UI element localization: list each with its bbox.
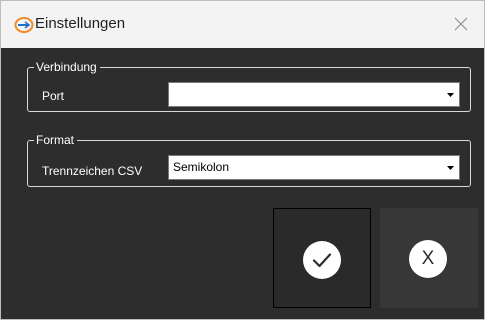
- chevron-down-icon: [447, 166, 454, 170]
- checkmark-icon: [312, 253, 332, 268]
- close-button[interactable]: [438, 1, 484, 47]
- separator-label: Trennzeichen CSV: [42, 164, 143, 178]
- app-logo-icon: [14, 16, 34, 34]
- port-dropdown-arrow[interactable]: [442, 83, 459, 106]
- groupbox-format: Format Trennzeichen CSV Semikolon: [27, 132, 471, 187]
- ok-circle: [303, 241, 341, 279]
- dialog-content: Verbindung Port Format Trennzeichen CSV …: [1, 48, 484, 319]
- separator-select-value: Semikolon: [173, 160, 230, 174]
- groupbox-verbindung: Verbindung Port: [27, 59, 471, 112]
- cancel-circle: X: [409, 240, 447, 278]
- port-select[interactable]: [168, 82, 460, 107]
- groupbox-format-legend: Format: [34, 132, 78, 148]
- groupbox-verbindung-legend: Verbindung: [34, 59, 100, 75]
- ok-button[interactable]: [273, 208, 371, 308]
- settings-window: Einstellungen Verbindung Port Format Tre…: [0, 0, 485, 320]
- cancel-button[interactable]: X: [380, 208, 478, 308]
- chevron-down-icon: [447, 93, 454, 97]
- window-title: Einstellungen: [35, 15, 126, 32]
- close-icon: [454, 17, 468, 31]
- cancel-x-icon: X: [421, 248, 435, 269]
- port-label: Port: [42, 89, 65, 103]
- separator-dropdown-arrow[interactable]: [442, 156, 459, 179]
- separator-select[interactable]: Semikolon: [168, 155, 460, 180]
- title-bar[interactable]: Einstellungen: [1, 1, 484, 48]
